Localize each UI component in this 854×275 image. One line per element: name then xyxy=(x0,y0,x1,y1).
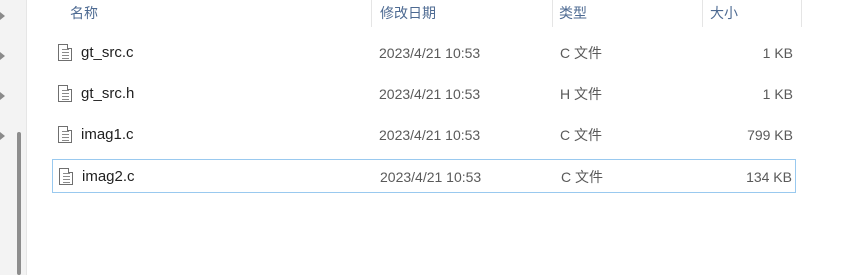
column-divider[interactable] xyxy=(552,0,553,27)
file-icon xyxy=(58,126,72,143)
file-size: 799 KB xyxy=(747,127,793,143)
sort-caret-icon: ⌃ xyxy=(238,0,246,6)
column-header: ⌃ 名称 修改日期 类型 大小 xyxy=(26,0,854,27)
file-row[interactable]: gt_src.c 2023/4/21 10:53 C 文件 1 KB xyxy=(52,36,796,70)
column-header-type[interactable]: 类型 xyxy=(559,4,587,22)
file-size: 134 KB xyxy=(746,169,792,185)
navigation-pane xyxy=(0,0,27,275)
file-icon xyxy=(59,168,73,185)
file-type: H 文件 xyxy=(560,86,602,102)
file-icon xyxy=(58,44,72,61)
expand-chevron-icon[interactable] xyxy=(0,52,5,60)
file-icon xyxy=(58,85,72,102)
file-name: imag1.c xyxy=(81,126,134,143)
file-type: C 文件 xyxy=(561,169,603,185)
column-divider[interactable] xyxy=(801,0,802,27)
file-row[interactable]: imag1.c 2023/4/21 10:53 C 文件 799 KB xyxy=(52,118,796,152)
file-modified: 2023/4/21 10:53 xyxy=(379,127,481,143)
file-name: gt_src.c xyxy=(81,44,134,61)
column-header-size[interactable]: 大小 xyxy=(710,4,738,22)
file-name: gt_src.h xyxy=(81,85,135,102)
file-modified: 2023/4/21 10:53 xyxy=(379,86,481,102)
column-header-modified[interactable]: 修改日期 xyxy=(380,4,436,22)
file-modified: 2023/4/21 10:53 xyxy=(380,169,482,185)
column-divider[interactable] xyxy=(702,0,703,27)
file-name: imag2.c xyxy=(82,168,135,185)
expand-chevron-icon[interactable] xyxy=(0,12,5,20)
file-size: 1 KB xyxy=(762,45,793,61)
scrollbar-thumb[interactable] xyxy=(17,132,21,275)
file-modified: 2023/4/21 10:53 xyxy=(379,45,481,61)
column-divider[interactable] xyxy=(371,0,372,27)
expand-chevron-icon[interactable] xyxy=(0,132,5,140)
column-header-name[interactable]: 名称 xyxy=(70,4,98,22)
file-row-selected[interactable]: imag2.c 2023/4/21 10:53 C 文件 134 KB xyxy=(52,159,796,193)
file-row[interactable]: gt_src.h 2023/4/21 10:53 H 文件 1 KB xyxy=(52,77,796,111)
file-type: C 文件 xyxy=(560,45,602,61)
file-type: C 文件 xyxy=(560,127,602,143)
file-size: 1 KB xyxy=(762,86,793,102)
expand-chevron-icon[interactable] xyxy=(0,92,5,100)
